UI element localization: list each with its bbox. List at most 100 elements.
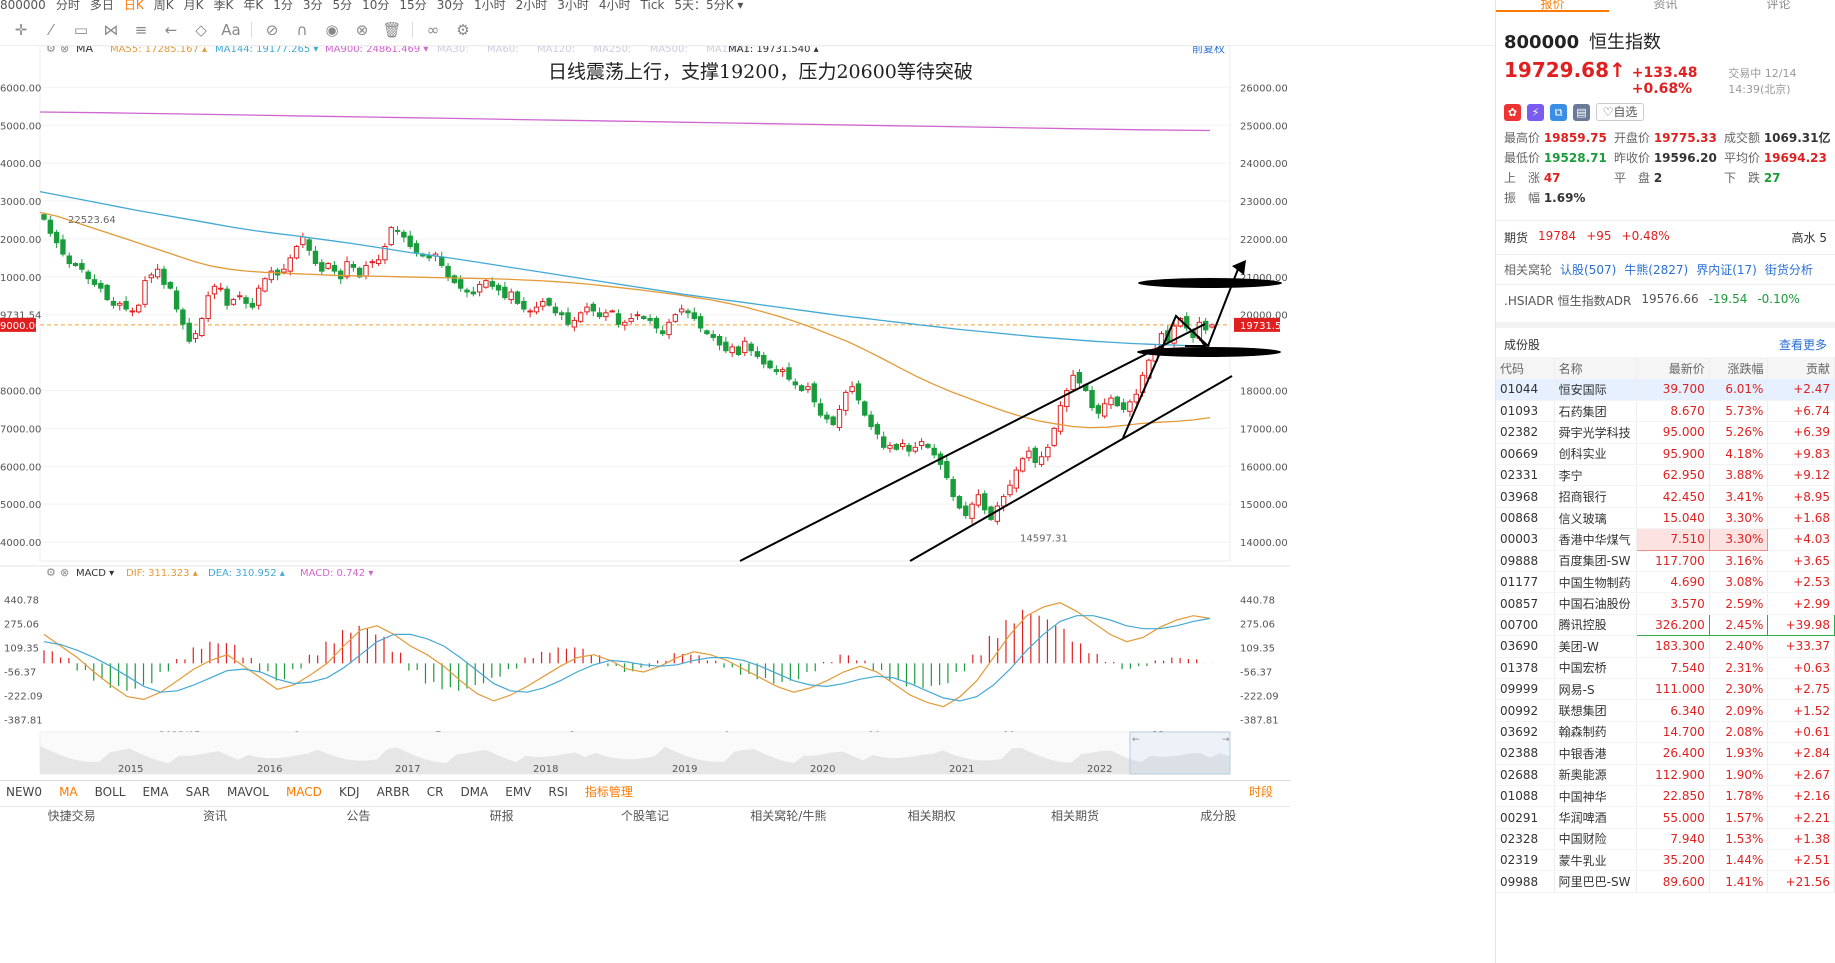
- period-item[interactable]: 5天：5分K ▾: [674, 0, 743, 11]
- bottom-tab[interactable]: 相关窝轮/牛熊: [717, 807, 860, 823]
- nav-left-handle-icon[interactable]: ←: [1132, 735, 1140, 745]
- arrow-head[interactable]: [1232, 260, 1246, 275]
- period-item[interactable]: 10分: [362, 0, 389, 11]
- table-header[interactable]: 名称: [1554, 357, 1637, 379]
- hide-icon[interactable]: ⊗: [347, 21, 377, 39]
- period-item[interactable]: Tick: [641, 0, 665, 11]
- navigator-window[interactable]: [1129, 731, 1231, 775]
- close-icon[interactable]: ⊗: [60, 566, 69, 579]
- ruler-icon[interactable]: ⊘: [257, 21, 287, 39]
- rect-tool-icon[interactable]: ▭: [66, 21, 96, 39]
- bottom-tab[interactable]: 公告: [287, 807, 430, 823]
- indicator-item[interactable]: 指标管理: [585, 783, 633, 800]
- resistance-ellipse[interactable]: [1138, 278, 1282, 288]
- related-link[interactable]: 认股(507): [1560, 261, 1616, 278]
- close-icon[interactable]: ⊗: [60, 46, 69, 55]
- bottom-tab[interactable]: 相关期货: [1003, 807, 1146, 823]
- bottom-tab[interactable]: 个股笔记: [573, 807, 716, 823]
- futures-row[interactable]: 期货 19784 +95 +0.48% 高水 5: [1496, 220, 1835, 254]
- period-item[interactable]: 1小时: [474, 0, 506, 11]
- table-header[interactable]: 贡献: [1767, 357, 1835, 379]
- period-item[interactable]: 分时: [56, 0, 80, 11]
- table-row[interactable]: 03968 招商银行 42.450 3.41% +8.95: [1496, 485, 1835, 508]
- indicator-item[interactable]: MACD: [286, 785, 322, 799]
- period-item[interactable]: 1分: [273, 0, 293, 11]
- indicator-item[interactable]: CR: [427, 785, 444, 799]
- shape-tool-icon[interactable]: ◇: [186, 21, 216, 39]
- indicator-item[interactable]: NEW0: [6, 785, 42, 799]
- table-row[interactable]: 02382 舜宇光学科技 95.000 5.26% +6.39: [1496, 421, 1835, 444]
- sidebar-tab[interactable]: 报价: [1496, 0, 1609, 12]
- sidebar-tab[interactable]: 评论: [1722, 0, 1835, 12]
- period-item[interactable]: 3分: [303, 0, 323, 11]
- table-row[interactable]: 02688 新奥能源 112.900 1.90% +2.67: [1496, 764, 1835, 786]
- related-link[interactable]: 街货分析: [1765, 261, 1813, 278]
- table-header[interactable]: 代码: [1496, 357, 1555, 379]
- adr-row[interactable]: .HSIADR 恒生指数ADR 19576.66 -19.54 -0.10%: [1496, 284, 1835, 316]
- text-tool-icon[interactable]: Aa: [216, 21, 246, 39]
- table-row[interactable]: 01177 中国生物制药 4.690 3.08% +2.53: [1496, 571, 1835, 594]
- period-item[interactable]: 15分: [399, 0, 426, 11]
- adjust-button[interactable]: 前复权: [1192, 46, 1225, 55]
- related-link[interactable]: 牛熊(2827): [1624, 261, 1688, 278]
- table-row[interactable]: 02328 中国财险 7.940 1.53% +1.38: [1496, 828, 1835, 851]
- period-item[interactable]: 日K: [124, 0, 144, 11]
- link-icon[interactable]: ∞: [418, 21, 448, 39]
- channel-tool-icon[interactable]: ≡: [126, 21, 156, 39]
- table-row[interactable]: 09988 阿里巴巴-SW 89.600 1.41% +21.56: [1496, 870, 1835, 893]
- indicator-item[interactable]: MAVOL: [227, 785, 269, 799]
- arrow-tool-icon[interactable]: ←: [156, 21, 186, 39]
- table-row[interactable]: 00700 腾讯控股 326.200 2.45% +39.98: [1496, 613, 1835, 637]
- table-row[interactable]: 09888 百度集团-SW 117.700 3.16% +3.65: [1496, 550, 1835, 573]
- trash-icon[interactable]: 🗑: [377, 21, 407, 39]
- indicator-item[interactable]: RSI: [548, 785, 568, 799]
- nav-right-handle-icon[interactable]: →: [1222, 735, 1230, 745]
- table-row[interactable]: 09999 网易-S 111.000 2.30% +2.75: [1496, 678, 1835, 701]
- kline-chart[interactable]: ⚙ ⊗ MA MA55: 17285.167 ▴ MA144: 19177.265 ▾ M…: [0, 46, 1290, 778]
- bottom-tab[interactable]: 相关期权: [860, 807, 1003, 823]
- period-item[interactable]: 4小时: [599, 0, 631, 11]
- table-header[interactable]: 最新价: [1636, 357, 1710, 379]
- doc-icon[interactable]: ▤: [1573, 103, 1590, 121]
- period-item[interactable]: 季K: [213, 0, 233, 11]
- table-row[interactable]: 01378 中国宏桥 7.540 2.31% +0.63: [1496, 657, 1835, 679]
- period-item[interactable]: 月K: [184, 0, 204, 11]
- bottom-tab[interactable]: 快捷交易: [0, 807, 143, 823]
- period-item[interactable]: 5分: [333, 0, 353, 11]
- magnet-icon[interactable]: ∩: [287, 21, 317, 39]
- crosshair-icon[interactable]: ✛: [6, 21, 36, 39]
- period-item[interactable]: 多日: [90, 0, 114, 11]
- table-row[interactable]: 00857 中国石油股份 3.570 2.59% +2.99: [1496, 592, 1835, 615]
- settings-icon[interactable]: ⚙: [46, 566, 56, 579]
- bottom-tab[interactable]: 成分股: [1147, 807, 1290, 823]
- period-item[interactable]: 2小时: [516, 0, 548, 11]
- indicator-item[interactable]: DMA: [460, 785, 488, 799]
- table-row[interactable]: 02331 李宁 62.950 3.88% +9.12: [1496, 464, 1835, 487]
- fib-tool-icon[interactable]: ⋈: [96, 21, 126, 39]
- link-share-icon[interactable]: ⧉: [1550, 103, 1567, 121]
- bottom-tab[interactable]: 资讯: [143, 807, 286, 823]
- table-header[interactable]: 涨跌幅: [1709, 357, 1769, 379]
- table-row[interactable]: 01044 恒安国际 39.700 6.01% +2.47: [1496, 379, 1835, 401]
- table-row[interactable]: 02388 中银香港 26.400 1.93% +2.84: [1496, 742, 1835, 765]
- table-row[interactable]: 03692 翰森制药 14.700 2.08% +0.61: [1496, 721, 1835, 744]
- table-row[interactable]: 00868 信义玻璃 15.040 3.30% +1.68: [1496, 507, 1835, 530]
- table-row[interactable]: 02319 蒙牛乳业 35.200 1.44% +2.51: [1496, 849, 1835, 872]
- bottom-tab[interactable]: 研报: [430, 807, 573, 823]
- indicator-item[interactable]: SAR: [186, 785, 210, 799]
- table-row[interactable]: 00003 香港中华煤气 7.510 3.30% +4.03: [1496, 528, 1835, 551]
- period-item[interactable]: 800000: [0, 0, 46, 11]
- channel-lower-line[interactable]: [909, 375, 1233, 562]
- session-button[interactable]: 时段: [1249, 783, 1273, 800]
- table-row[interactable]: 00291 华润啤酒 55.000 1.57% +2.21: [1496, 806, 1835, 829]
- table-row[interactable]: 00992 联想集团 6.340 2.09% +1.52: [1496, 699, 1835, 722]
- table-row[interactable]: 01088 中国神华 22.850 1.78% +2.16: [1496, 785, 1835, 808]
- hk-flag-icon[interactable]: ✿: [1504, 103, 1521, 121]
- period-item[interactable]: 周K: [154, 0, 174, 11]
- view-more-link[interactable]: 查看更多: [1779, 336, 1827, 353]
- period-item[interactable]: 年K: [243, 0, 263, 11]
- indicator-item[interactable]: KDJ: [339, 785, 360, 799]
- period-item[interactable]: 30分: [437, 0, 464, 11]
- watchlist-button[interactable]: ♡自选: [1596, 103, 1644, 121]
- settings-icon[interactable]: ⚙: [46, 46, 56, 55]
